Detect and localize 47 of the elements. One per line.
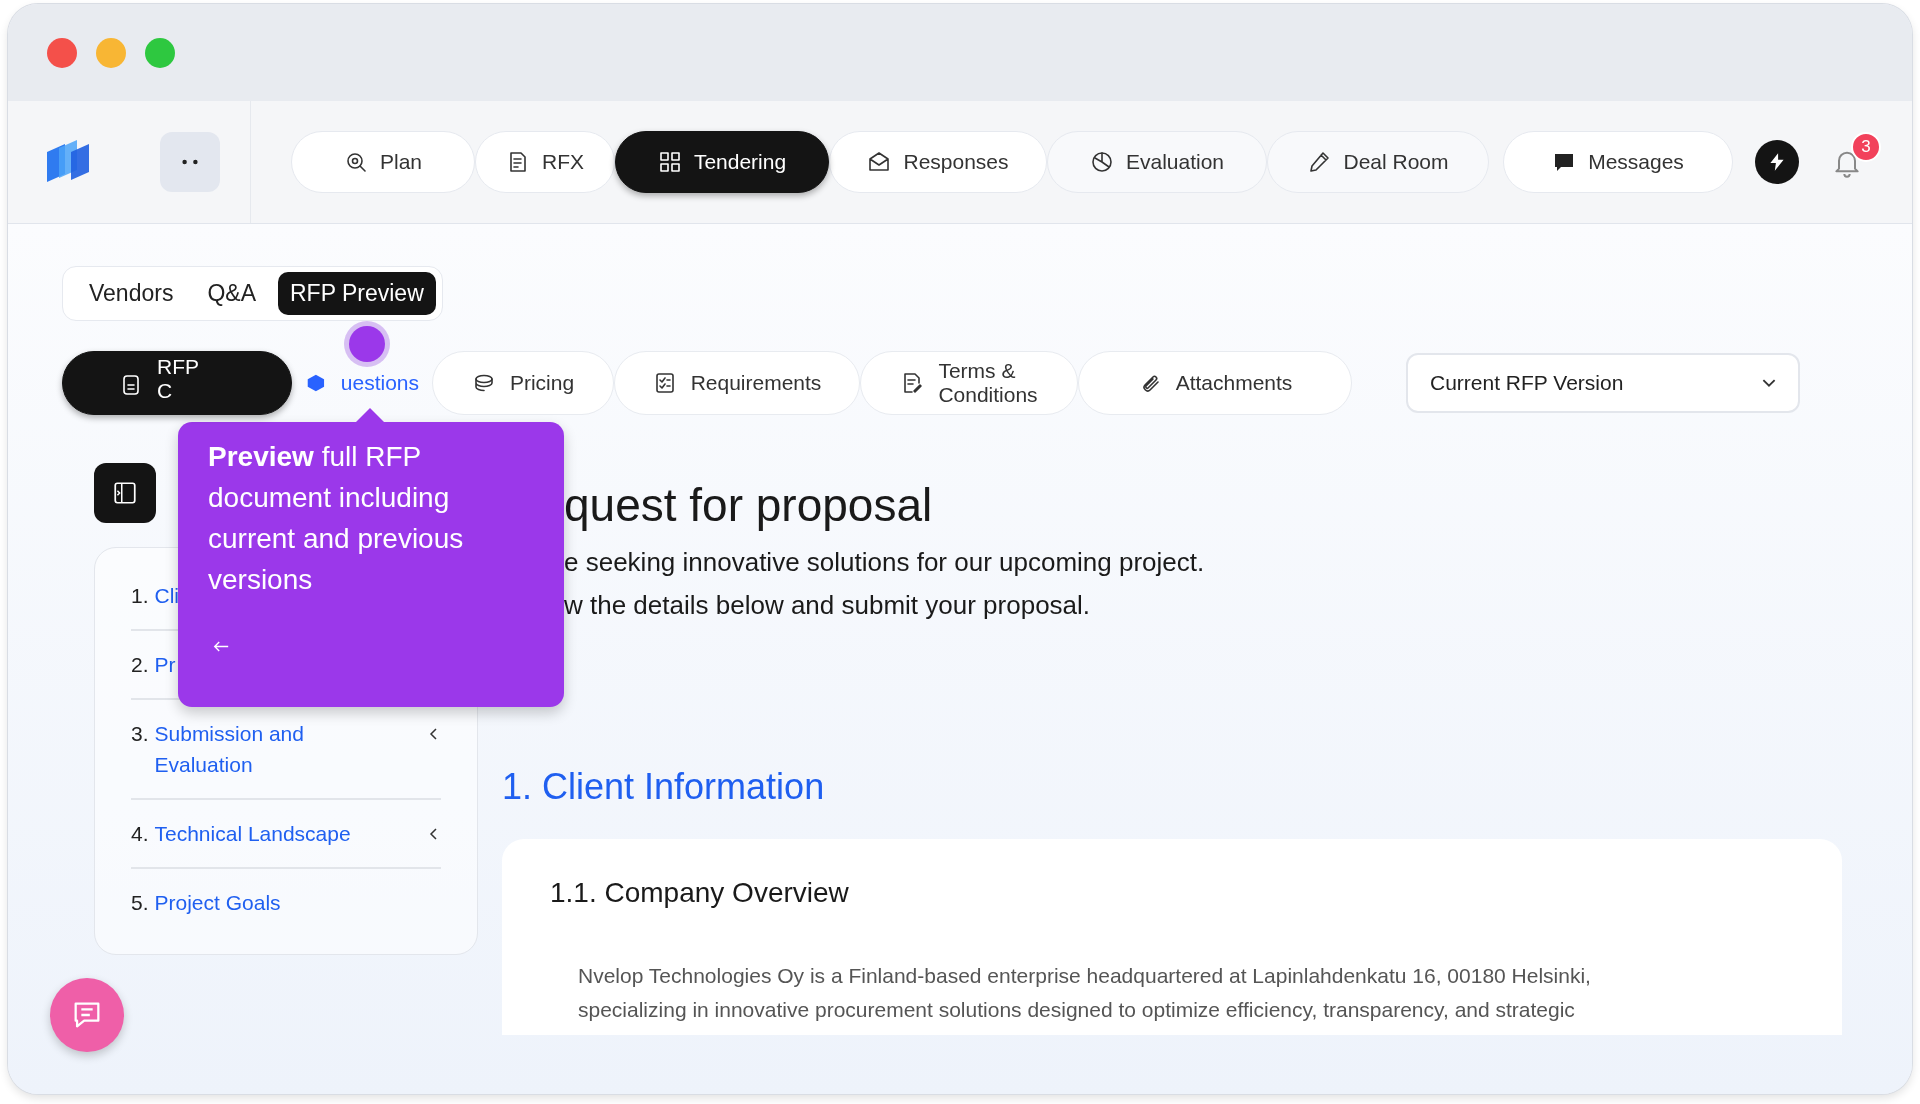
arrow-left-icon — [212, 640, 230, 653]
intro-line: w the details below and submit your proposal. — [563, 589, 1092, 622]
view-tab[interactable]: Vendors — [77, 272, 186, 315]
eye-magnifier-icon — [344, 150, 368, 174]
sidebar-toggle-button[interactable] — [94, 463, 156, 523]
lightning-button[interactable] — [1755, 140, 1799, 184]
item-number: 3. — [131, 721, 149, 747]
close-window-button[interactable] — [47, 37, 77, 68]
section-tab[interactable]: Terms & Conditions — [860, 351, 1078, 415]
contents-link[interactable]: Project Goals — [154, 887, 375, 918]
version-dropdown[interactable]: Current RFP Version — [1406, 353, 1800, 413]
chevron-left-icon[interactable] — [429, 727, 437, 740]
intro-line: e seeking innovative solutions for our upcoming project. — [563, 546, 1206, 579]
contents-link[interactable]: Submission and Evaluation — [154, 718, 375, 780]
paragraph: Nvelop Technologies Oy is a Finland-based enterprise headquartered at Lapinlahdenkatu 16, 00180 Helsinki, specializing in innovative procurement solutions designed to optimize efficiency, transparency, and strategic — [577, 963, 1592, 1023]
envelope-icon — [867, 150, 892, 174]
item-number: 5. — [131, 890, 149, 916]
document-title: quest for proposal — [563, 478, 934, 533]
section-tab[interactable]: uestions — [292, 351, 432, 415]
notification-badge: 3 — [1851, 132, 1881, 162]
nav-tab[interactable]: RFX — [475, 131, 615, 193]
nav-tab[interactable]: Deal Room — [1267, 131, 1489, 193]
contents-link[interactable]: Technical Landscape — [154, 818, 375, 849]
nav-tab[interactable]: Responses — [829, 131, 1047, 193]
view-tab[interactable]: Q&A — [195, 272, 268, 315]
chevron-down-icon — [1762, 378, 1776, 388]
pen-icon — [1307, 150, 1332, 174]
nav-tab[interactable]: Evaluation — [1047, 131, 1267, 193]
section-tab[interactable]: RFP C — [62, 351, 292, 415]
item-number: 4. — [131, 821, 149, 847]
section-heading: 1. Client Information — [502, 765, 826, 809]
item-number: 2. — [131, 652, 149, 678]
nav-tab[interactable]: Tendering — [615, 131, 829, 193]
grid-icon — [657, 150, 682, 174]
pie-chart-icon — [1089, 150, 1114, 174]
tooltip-text: Preview full RFP document including current and previous versions — [208, 440, 465, 597]
view-tab[interactable]: RFP Preview — [278, 272, 436, 315]
dots-icon — [181, 159, 199, 165]
subsection-heading: 1.1. Company Overview — [550, 877, 850, 909]
nav-tab[interactable]: Plan — [291, 131, 475, 193]
section-tab[interactable]: Attachments — [1078, 351, 1352, 415]
section-tab[interactable]: Pricing — [432, 351, 614, 415]
item-number: 1. — [131, 583, 149, 609]
sidebar-icon — [112, 480, 138, 506]
section-tab[interactable]: Requirements — [614, 351, 860, 415]
chevron-left-icon[interactable] — [429, 827, 437, 840]
messages-button[interactable]: Messages — [1503, 131, 1733, 193]
